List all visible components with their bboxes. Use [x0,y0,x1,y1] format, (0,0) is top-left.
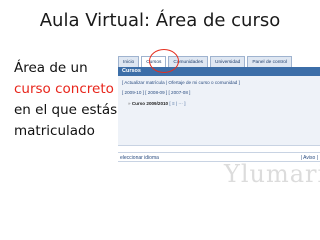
embedded-screenshot: Inicio Cursos Comunidades Universidad Pa… [118,52,320,192]
section-header: Cursos [118,67,320,76]
tab-panel-de-control[interactable]: Panel de control [247,56,293,67]
actions-line[interactable]: [ Actualizar matrícula | Ofertaje de mi … [122,80,240,85]
tab-inicio[interactable]: Inicio [118,56,140,67]
lead-highlight: curso concreto [14,81,114,97]
course-row[interactable]: » Curso 2009/2010 [ ≡ | ⋯ ] [128,101,186,107]
highlight-circle [149,49,179,73]
language-selector[interactable]: eleccionar idioma [120,155,159,161]
lead-text: Área de un curso concreto en el que está… [14,58,124,142]
course-link[interactable]: Curso 2009/2010 [132,101,168,106]
section-title: Cursos [122,68,141,74]
lead-line-4: matriculado [14,123,95,139]
lead-line-3: en el que estás [14,102,118,118]
courses-panel: [ Actualizar matrícula | Ofertaje de mi … [118,76,320,146]
watermark-logo: Ylumari [224,160,320,188]
lead-line-1: Área de un [14,60,88,76]
slide-title: Aula Virtual: Área de curso [39,10,281,31]
course-actions[interactable]: [ ≡ | ⋯ ] [169,101,185,106]
years-line[interactable]: [ 2009-10 ] [ 2008-09 ] [ 2007-08 ] [122,90,190,95]
tab-universidad[interactable]: Universidad [210,56,246,67]
course-arrow-icon: » [128,101,131,106]
